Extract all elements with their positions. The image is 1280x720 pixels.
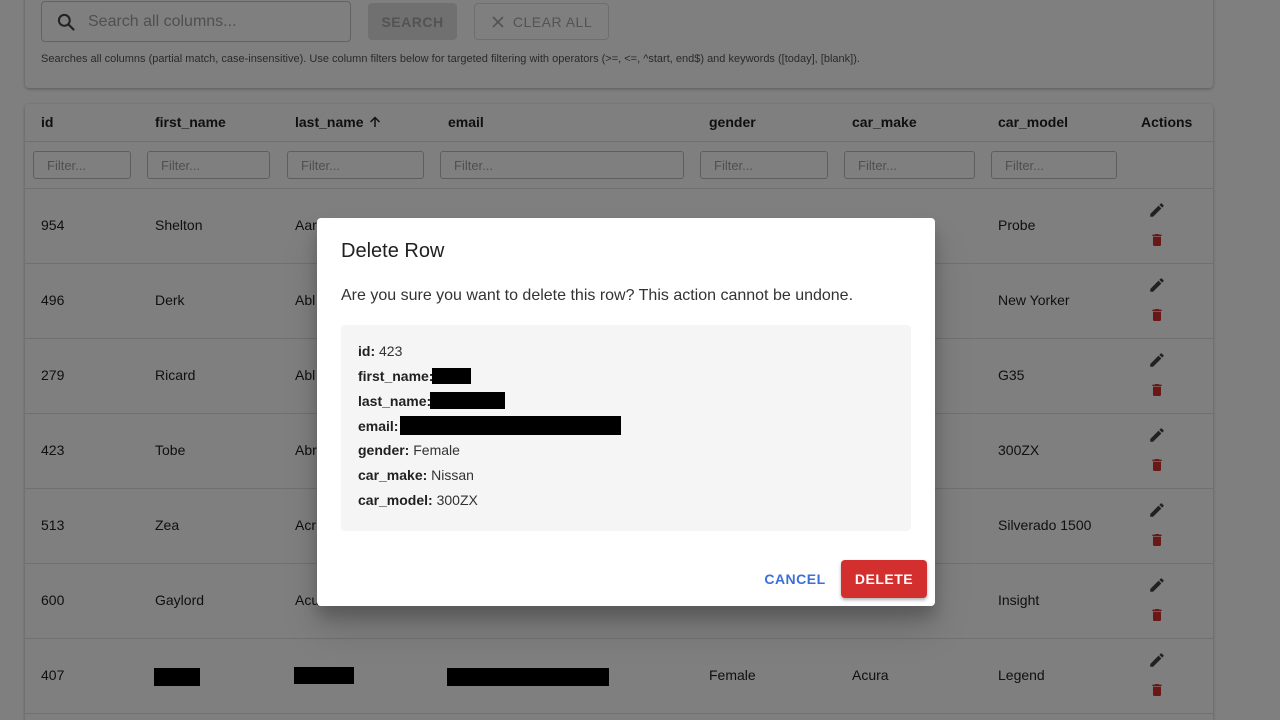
delete-row-dialog: Delete Row Are you sure you want to dele… <box>317 218 935 606</box>
detail-label: gender: <box>358 442 410 458</box>
redacted-email <box>400 416 621 435</box>
detail-first-name: first_name: <box>358 368 433 384</box>
detail-label: car_model: <box>358 492 433 508</box>
detail-value: 423 <box>379 343 403 359</box>
detail-car-model: car_model: 300ZX <box>358 492 478 508</box>
detail-email: email: <box>358 418 398 434</box>
detail-gender: gender: Female <box>358 442 460 458</box>
detail-label: email: <box>358 418 399 434</box>
delete-button[interactable]: DELETE <box>841 560 927 598</box>
detail-label: car_make: <box>358 467 428 483</box>
cancel-button[interactable]: CANCEL <box>757 561 833 597</box>
dialog-message: Are you sure you want to delete this row… <box>341 287 854 304</box>
detail-value: Female <box>413 442 460 458</box>
dialog-title: Delete Row <box>341 240 445 262</box>
detail-value: Nissan <box>431 467 474 483</box>
detail-last-name: last_name: <box>358 393 431 409</box>
redacted-last-name <box>430 392 505 409</box>
detail-label: last_name: <box>358 393 432 409</box>
detail-value: 300ZX <box>436 492 478 508</box>
detail-label: id: <box>358 343 376 359</box>
detail-label: first_name: <box>358 368 434 384</box>
redacted-first-name <box>432 368 471 384</box>
row-details-panel: id: 423 first_name: last_name: email: ge… <box>341 325 911 531</box>
detail-id: id: 423 <box>358 343 402 359</box>
detail-car-make: car_make: Nissan <box>358 467 474 483</box>
